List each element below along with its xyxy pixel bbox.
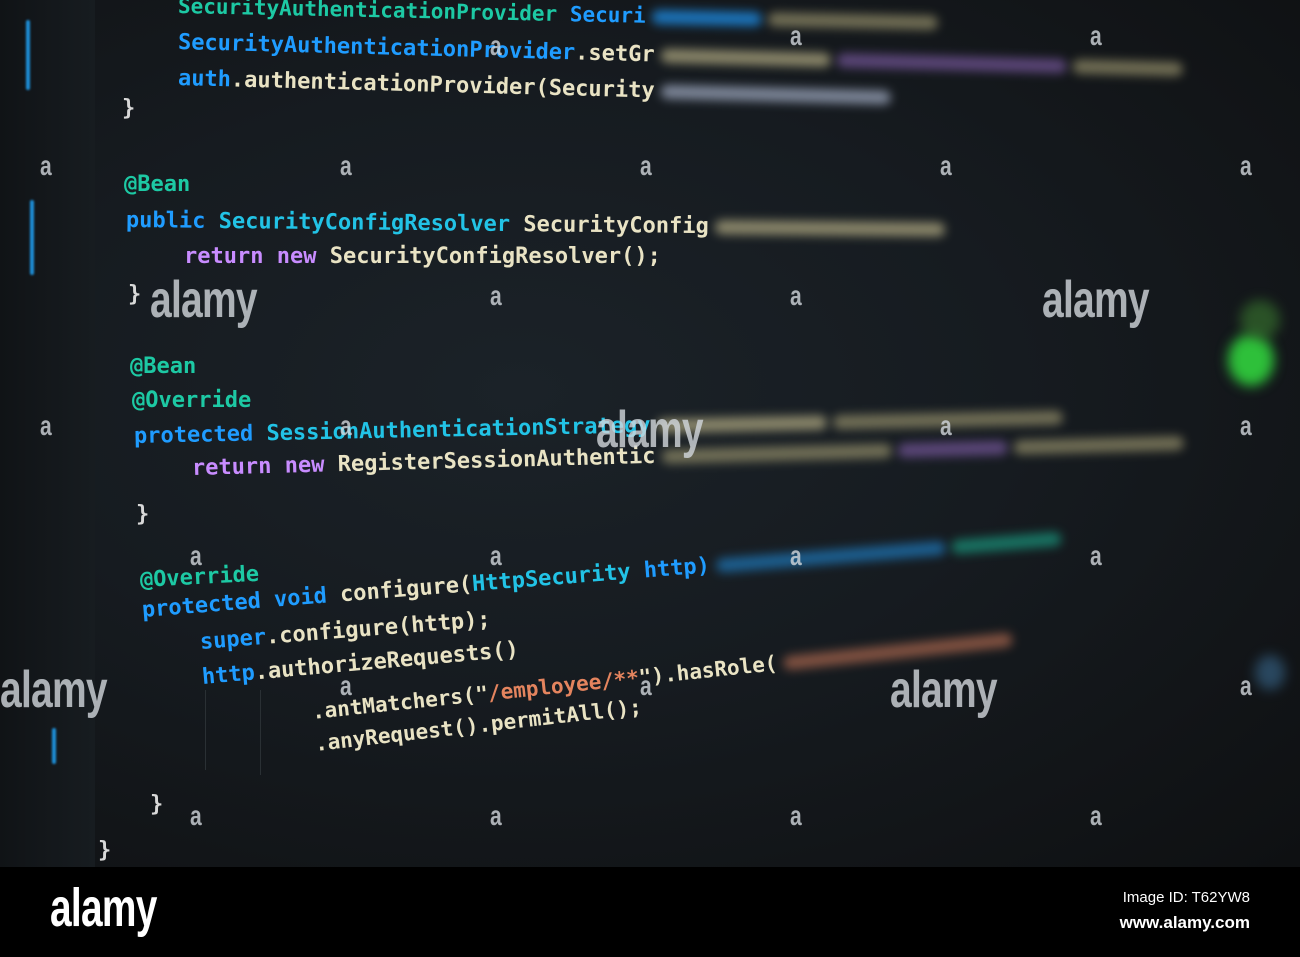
code-token: Security (548, 75, 656, 104)
watermark-logo: alamy (150, 271, 258, 329)
code-token: configure( (325, 572, 474, 609)
code-token: auth (177, 66, 232, 93)
alamy-logo: alamy (50, 878, 157, 938)
watermark-letter: a (1240, 150, 1252, 181)
watermark-letter: a (490, 800, 502, 831)
code-line: } (136, 502, 149, 527)
watermark-letter: a (790, 800, 802, 831)
watermark-logo: alamy (0, 661, 108, 719)
blurred-code (1072, 59, 1183, 77)
code-token: Securi (556, 1, 646, 28)
code-token: SecurityConfigResolver (205, 208, 511, 238)
watermark-logo: alamy (890, 661, 998, 719)
code-token: return (191, 453, 272, 481)
green-light (1240, 300, 1280, 340)
watermark-letter: a (40, 150, 52, 181)
code-token: new (271, 452, 325, 479)
watermark-logo: alamy (1042, 271, 1150, 329)
change-marker (30, 200, 34, 275)
watermark-letter: a (340, 670, 352, 701)
code-line: } (98, 838, 111, 863)
code-token: } (122, 96, 136, 121)
code-token: http (200, 660, 256, 690)
code-token: http) (629, 553, 711, 585)
blurred-code (715, 540, 946, 573)
watermark-letter: a (40, 410, 52, 441)
code-token: return (184, 244, 264, 269)
watermark-letter: a (190, 540, 202, 571)
watermark-letter: a (640, 150, 652, 181)
code-token: } (136, 502, 150, 527)
watermark-letter: a (1090, 20, 1102, 51)
change-marker (52, 728, 56, 764)
code-line: } (128, 282, 141, 307)
code-token: SecurityAuthenticationProvider (177, 30, 576, 66)
code-line: @Override (132, 388, 251, 413)
indent-guide (260, 690, 261, 775)
indent-guide (205, 690, 206, 770)
watermark-letter: a (490, 30, 502, 61)
site-url: www.alamy.com (1119, 913, 1250, 932)
footer-bar: alamy Image ID: T62YW8 www.alamy.com (0, 867, 1300, 957)
code-token: protected (141, 588, 262, 623)
code-token: SecurityConfigResolver(); (316, 244, 661, 269)
code-line: } (122, 96, 135, 121)
watermark-letter: a (190, 800, 202, 831)
watermark-letter: a (790, 540, 802, 571)
watermark-letter: a (940, 410, 952, 441)
code-line: @Bean (130, 354, 196, 379)
code-token: public (125, 208, 206, 234)
code-token: } (98, 838, 112, 863)
watermark-letter: a (490, 280, 502, 311)
blurred-code (660, 48, 831, 68)
watermark-letter: a (1090, 540, 1102, 571)
blurred-code (651, 9, 762, 27)
watermark-letter: a (1240, 670, 1252, 701)
blurred-code (714, 220, 945, 237)
change-marker (26, 20, 30, 90)
blurred-code (1013, 436, 1184, 455)
watermark-letter: a (340, 150, 352, 181)
watermark-letter: a (940, 150, 952, 181)
code-token: } (128, 282, 142, 307)
blurred-code (950, 531, 1062, 555)
blurred-code (836, 53, 1067, 74)
watermark-logo: alamy (596, 401, 704, 459)
code-line: @Bean (124, 172, 190, 197)
code-token: .authenticationProvider( (230, 67, 550, 101)
code-token: SecurityConfig (509, 212, 709, 240)
watermark-letter: a (790, 280, 802, 311)
code-token: } (150, 792, 164, 817)
watermark-letter: a (340, 410, 352, 441)
code-line: public SecurityConfigResolver SecurityCo… (126, 208, 945, 242)
code-line: return new SecurityConfigResolver(); (184, 244, 661, 269)
code-token: @Override (132, 388, 252, 413)
watermark-letter: a (790, 20, 802, 51)
code-token: protected (133, 421, 254, 449)
green-light (1228, 334, 1274, 386)
code-token: void (259, 583, 328, 614)
code-line: auth.authenticationProvider(Security (178, 66, 891, 110)
code-token: @Bean (124, 172, 191, 197)
code-line: } (150, 792, 163, 817)
code-token: new (263, 244, 317, 269)
code-line: SecurityAuthenticationProvider Securi (178, 0, 938, 34)
code-token: SecurityAuthenticationProvider (177, 0, 558, 26)
image-id: Image ID: T62YW8 (1122, 889, 1250, 906)
blurred-code (897, 440, 1008, 458)
code-token: @Bean (130, 354, 197, 379)
code-token: super (199, 624, 268, 655)
code-token: ").hasRole( (637, 651, 779, 690)
watermark-letter: a (1090, 800, 1102, 831)
code-token: SessionAuthenticationStrategy (252, 413, 651, 447)
watermark-letter: a (490, 540, 502, 571)
watermark-letter: a (1240, 410, 1252, 441)
code-screen-photo: SecurityAuthenticationProvider Securi Sec… (0, 0, 1300, 867)
blurred-code (660, 84, 891, 105)
code-token: .setGr (574, 40, 656, 68)
watermark-letter: a (640, 670, 652, 701)
blue-light (1255, 655, 1285, 690)
code-line: protected void configure(HttpSecurity ht… (141, 526, 1062, 623)
